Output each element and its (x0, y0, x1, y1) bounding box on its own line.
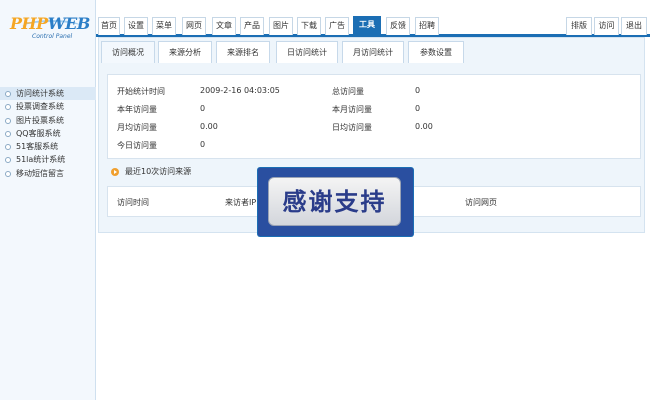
tab-feedback[interactable]: 反馈 (386, 17, 410, 35)
tab-downloads[interactable]: 下载 (297, 17, 321, 35)
monthly-average-label: 月均访问量 (117, 123, 157, 132)
sidebar-item-label: 51la统计系统 (16, 155, 66, 165)
subtab-overview[interactable]: 访问概况 (101, 41, 155, 63)
month-visits-value: 0 (415, 104, 421, 113)
sidebar-item-label: QQ客服系统 (16, 128, 61, 138)
tab-products[interactable]: 产品 (240, 17, 264, 35)
recent-visits-title: 最近10次访问来源 (125, 167, 192, 176)
circle-bullet-icon (5, 157, 11, 164)
thanks-badge: 感谢支持 (258, 168, 413, 236)
visit-site-link[interactable]: 访问 (594, 17, 619, 35)
daily-average-label: 日均访问量 (332, 123, 372, 132)
sidebar-item-visit-stats[interactable]: 访问统计系统 (0, 87, 96, 101)
month-visits-label: 本月访问量 (332, 105, 372, 114)
sidebar-item-51la-stats[interactable]: 51la统计系统 (0, 153, 96, 166)
subtab-daily-stats[interactable]: 日访问统计 (276, 41, 338, 63)
circle-bullet-icon (5, 117, 11, 124)
sidebar-item-51-service[interactable]: 51客服系统 (0, 140, 96, 153)
logout-link[interactable]: 退出 (621, 17, 647, 35)
sidebar-item-image-poll[interactable]: 图片投票系统 (0, 114, 96, 127)
circle-bullet-icon (5, 104, 11, 111)
tab-menu[interactable]: 菜单 (152, 17, 176, 35)
total-visits-value: 0 (415, 86, 421, 95)
sidebar-item-qq-service[interactable]: QQ客服系统 (0, 127, 96, 140)
today-visits-value: 0 (200, 140, 206, 149)
year-visits-value: 0 (200, 104, 206, 113)
sidebar-item-label: 移动短信留言 (16, 168, 64, 178)
tab-ads[interactable]: 广告 (325, 17, 349, 35)
left-panel: PHPWEB Control Panel 访问统计系统 投票调查系统 图片投票系… (0, 0, 96, 400)
start-time-label: 开始统计时间 (117, 87, 165, 96)
recent-visits-heading: 最近10次访问来源 (111, 166, 191, 178)
daily-average-value: 0.00 (415, 122, 433, 131)
circle-bullet-icon (5, 91, 11, 97)
sub-tabs: 访问概况 来源分析 来源排名 日访问统计 月访问统计 参数设置 (99, 41, 644, 63)
circle-bullet-icon (5, 130, 11, 137)
sidebar-item-label: 51客服系统 (16, 142, 59, 152)
total-visits-label: 总访问量 (332, 87, 364, 96)
thanks-badge-text: 感谢支持 (268, 177, 401, 226)
subtab-monthly-stats[interactable]: 月访问统计 (342, 41, 404, 63)
today-visits-label: 今日访问量 (117, 141, 157, 150)
sidebar-item-label: 图片投票系统 (16, 115, 64, 125)
tab-home[interactable]: 首页 (98, 17, 120, 35)
column-visit-time: 访问时间 (117, 198, 149, 207)
year-visits-label: 本年访问量 (117, 105, 157, 114)
logo-wordmark: PHPWEB (10, 14, 90, 33)
logo-subtitle: Control Panel (32, 33, 73, 40)
tab-tools[interactable]: 工具 (353, 16, 381, 35)
tab-articles[interactable]: 文章 (212, 17, 236, 35)
sidebar-item-sms-message[interactable]: 移动短信留言 (0, 167, 96, 180)
column-visitor-ip: 来访者IP (225, 198, 257, 207)
column-visited-page: 访问网页 (465, 198, 497, 207)
sidebar-item-poll[interactable]: 投票调查系统 (0, 100, 96, 113)
tab-jobs[interactable]: 招聘 (415, 17, 439, 35)
subtab-source-ranking[interactable]: 来源排名 (216, 41, 270, 63)
subtab-source-analysis[interactable]: 来源分析 (158, 41, 212, 63)
sidebar-item-label: 访问统计系统 (16, 89, 64, 98)
monthly-average-value: 0.00 (200, 122, 218, 131)
phpweb-logo[interactable]: PHPWEB Control Panel (8, 14, 90, 48)
visit-summary-box: 开始统计时间 2009-2-16 04:03:05 总访问量 0 本年访问量 0… (107, 74, 641, 159)
circle-bullet-icon (5, 144, 11, 151)
sidebar-menu: 访问统计系统 投票调查系统 图片投票系统 QQ客服系统 51客服系统 51la统… (0, 87, 96, 180)
start-time-value: 2009-2-16 04:03:05 (200, 86, 280, 95)
subtab-parameter-settings[interactable]: 参数设置 (408, 41, 464, 63)
sidebar-item-label: 投票调查系统 (16, 102, 64, 112)
tab-images[interactable]: 图片 (269, 17, 293, 35)
tab-pages[interactable]: 网页 (182, 17, 206, 35)
top-navigation: 首页 设置 菜单 网页 文章 产品 图片 下载 广告 工具 反馈 招聘 排版 访… (96, 14, 650, 37)
circle-bullet-icon (5, 170, 11, 177)
tab-settings[interactable]: 设置 (124, 17, 148, 35)
arrow-bullet-icon (111, 168, 119, 176)
layout-link[interactable]: 排版 (566, 17, 592, 35)
